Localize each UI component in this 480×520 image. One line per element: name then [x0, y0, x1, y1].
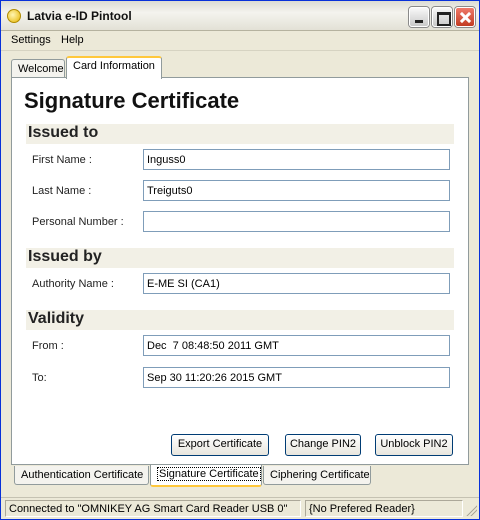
section-heading: Issued by: [28, 248, 102, 265]
menu-help[interactable]: Help: [61, 34, 84, 46]
last-name-field[interactable]: [143, 180, 450, 201]
personal-number-field[interactable]: [143, 211, 450, 232]
app-window: Latvia e-ID Pintool Settings Help Welcom…: [0, 0, 480, 520]
first-name-field[interactable]: [143, 149, 450, 170]
status-bar: Connected to "OMNIKEY AG Smart Card Read…: [1, 497, 479, 519]
authority-name-field[interactable]: [143, 273, 450, 294]
certificate-panel: Signature Certificate Issued to First Na…: [11, 77, 469, 465]
section-validity: Validity: [26, 310, 454, 330]
tab-ciphering-certificate[interactable]: Ciphering Certificate: [263, 466, 371, 485]
valid-to-label: To:: [32, 372, 47, 384]
tab-label: Signature Certificate: [157, 467, 261, 481]
app-icon: [7, 9, 21, 23]
reader-status: Connected to "OMNIKEY AG Smart Card Read…: [5, 500, 301, 517]
last-name-label: Last Name :: [32, 185, 92, 197]
minimize-icon[interactable]: [409, 7, 429, 27]
authority-name-label: Authority Name :: [32, 278, 114, 290]
title-bar[interactable]: Latvia e-ID Pintool: [1, 1, 479, 31]
window-title: Latvia e-ID Pintool: [27, 9, 132, 23]
change-pin2-button[interactable]: Change PIN2: [285, 434, 361, 456]
preferred-reader-status: {No Prefered Reader}: [305, 500, 463, 517]
tab-card-information[interactable]: Card Information: [66, 56, 162, 79]
menu-settings[interactable]: Settings: [11, 34, 51, 46]
close-icon[interactable]: [455, 7, 475, 27]
tab-signature-certificate[interactable]: Signature Certificate: [150, 465, 262, 487]
unblock-pin2-button[interactable]: Unblock PIN2: [375, 434, 453, 456]
valid-from-label: From :: [32, 340, 64, 352]
personal-number-label: Personal Number :: [32, 216, 124, 228]
export-certificate-button[interactable]: Export Certificate: [171, 434, 269, 456]
first-name-label: First Name :: [32, 154, 92, 166]
page-title: Signature Certificate: [24, 88, 240, 113]
resize-grip-icon[interactable]: [465, 504, 477, 516]
section-heading: Issued to: [28, 124, 99, 141]
menu-bar: Settings Help: [1, 31, 479, 51]
tab-welcome[interactable]: Welcome: [11, 59, 65, 79]
valid-from-field[interactable]: [143, 335, 450, 356]
maximize-icon[interactable]: [432, 7, 452, 27]
section-issued-to: Issued to: [26, 124, 454, 144]
tab-authentication-certificate[interactable]: Authentication Certificate: [14, 466, 149, 485]
section-issued-by: Issued by: [26, 248, 454, 268]
valid-to-field[interactable]: [143, 367, 450, 388]
section-heading: Validity: [28, 310, 85, 327]
